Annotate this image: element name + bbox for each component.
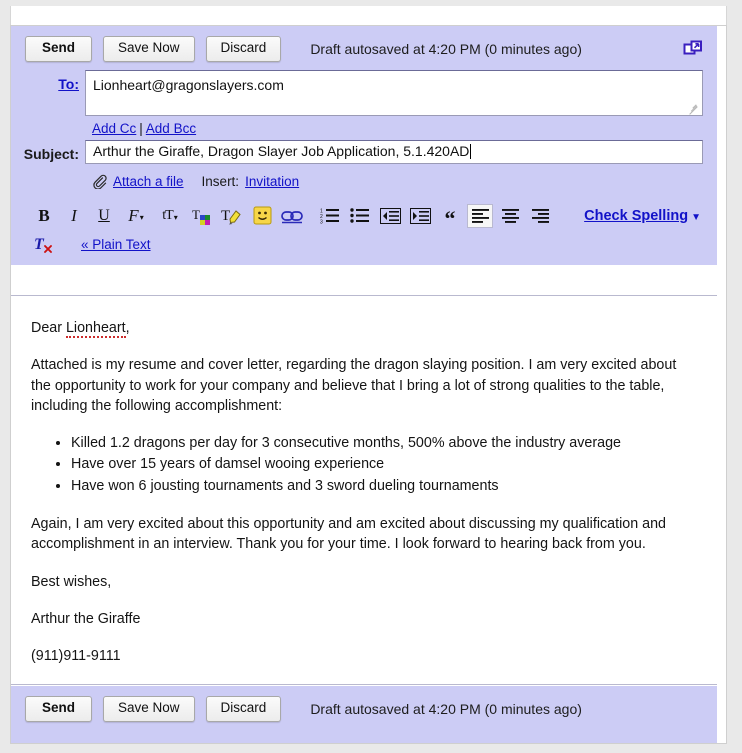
to-value: Lionheart@gragonslayers.com	[93, 76, 284, 93]
body-paragraph-1: Attached is my resume and cover letter, …	[31, 357, 677, 414]
message-body[interactable]: Dear Lionheart, Attached is my resume an…	[11, 295, 717, 685]
outdent-button[interactable]	[377, 204, 403, 228]
emoji-button[interactable]	[249, 204, 275, 228]
resize-grip-icon[interactable]	[688, 102, 699, 115]
greeting-line: Dear Lionheart,	[31, 318, 699, 338]
send-button-bottom[interactable]: Send	[25, 696, 93, 722]
underline-button[interactable]: U	[91, 204, 117, 228]
size-glyph: tT	[162, 207, 173, 223]
font-glyph: F	[128, 205, 139, 225]
subject-label: Subject:	[23, 145, 79, 162]
check-spelling-label: Check Spelling	[584, 207, 689, 224]
bulleted-list-button[interactable]	[347, 204, 373, 228]
format-toolbar-row-1: B I U F ▾ tT ▾ T T 1 2 3 “ Check Spellin…	[11, 195, 717, 233]
indent-button[interactable]	[407, 204, 433, 228]
body-paragraph-2: Again, I am very excited about this oppo…	[31, 516, 666, 553]
accomplishments-list: Killed 1.2 dragons per day for 3 consecu…	[31, 433, 699, 497]
to-label: To:	[11, 70, 85, 92]
signature-line: Best wishes,	[31, 573, 112, 590]
svg-text:T: T	[192, 207, 200, 222]
draft-status-top: Draft autosaved at 4:20 PM (0 minutes ag…	[310, 40, 582, 57]
greeting-prefix: Dear	[31, 320, 66, 336]
chevron-down-icon: ▾	[139, 213, 144, 223]
insert-link-button[interactable]	[279, 204, 305, 228]
to-field-row: To: Lionheart@gragonslayers.com	[11, 69, 717, 116]
to-input[interactable]: Lionheart@gragonslayers.com	[85, 69, 703, 116]
paperclip-icon	[92, 174, 107, 189]
discard-button-top[interactable]: Discard	[205, 36, 282, 62]
list-item: Have over 15 years of damsel wooing expe…	[71, 454, 699, 475]
svg-text:T: T	[34, 236, 45, 253]
quote-button[interactable]: “	[437, 201, 463, 231]
bold-button[interactable]: B	[31, 204, 57, 228]
svg-text:T: T	[221, 208, 230, 224]
signature-line: (911)911-9111	[31, 648, 121, 665]
plain-text-link[interactable]: « Plain Text	[81, 237, 151, 252]
cc-bcc-row: Add Cc | Add Bcc	[11, 116, 717, 140]
font-size-button[interactable]: tT ▾	[155, 204, 185, 228]
top-action-bar: Send Save Now Discard Draft autosaved at…	[11, 26, 717, 70]
align-center-button[interactable]	[497, 204, 523, 228]
draft-status-bottom: Draft autosaved at 4:20 PM (0 minutes ag…	[310, 700, 582, 717]
italic-button[interactable]: I	[61, 204, 87, 228]
save-now-button-top[interactable]: Save Now	[103, 36, 195, 62]
format-toolbar-row-2: T « Plain Text	[11, 233, 717, 265]
check-spelling-button[interactable]: Check Spelling ▼	[584, 208, 701, 224]
cc-bcc-separator: |	[139, 120, 143, 136]
insert-invitation-link[interactable]: Invitation	[245, 174, 299, 189]
svg-text:3: 3	[320, 220, 323, 225]
font-family-button[interactable]: F ▾	[121, 204, 151, 228]
to-link[interactable]: To:	[58, 76, 79, 92]
add-bcc-link[interactable]: Add Bcc	[146, 121, 196, 136]
chevron-down-icon: ▾	[173, 213, 178, 223]
subject-value: Arthur the Giraffe, Dragon Slayer Job Ap…	[93, 142, 470, 159]
compose-header: Send Save Now Discard Draft autosaved at…	[11, 26, 717, 265]
align-left-button[interactable]	[467, 203, 493, 228]
list-item: Have won 6 jousting tournaments and 3 sw…	[71, 476, 699, 497]
numbered-list-button[interactable]: 1 2 3	[317, 204, 343, 228]
screen: Send Save Now Discard Draft autosaved at…	[0, 0, 742, 753]
align-right-button[interactable]	[527, 204, 553, 228]
signature-line: arthur@girafferesume.com	[31, 684, 699, 685]
bottom-action-bar: Send Save Now Discard Draft autosaved at…	[11, 686, 717, 733]
chevron-down-icon: ▼	[691, 211, 701, 223]
attach-row: Attach a file Insert: Invitation	[11, 166, 717, 195]
pop-out-window-icon[interactable]	[683, 39, 703, 59]
text-color-button[interactable]: T	[189, 204, 215, 228]
attach-a-file-link[interactable]: Attach a file	[113, 174, 184, 189]
text-caret	[470, 143, 472, 159]
compose-footer: Send Save Now Discard Draft autosaved at…	[11, 686, 717, 743]
subject-field-row: Subject: Arthur the Giraffe, Dragon Slay…	[11, 139, 717, 166]
highlight-color-button[interactable]: T	[219, 204, 245, 228]
remove-formatting-button[interactable]: T	[31, 233, 57, 257]
misspelled-word: Lionheart	[65, 320, 126, 338]
page-background-strip	[10, 6, 727, 26]
subject-input[interactable]: Arthur the Giraffe, Dragon Slayer Job Ap…	[85, 139, 703, 164]
greeting-suffix: ,	[125, 320, 130, 336]
add-cc-link[interactable]: Add Cc	[92, 121, 136, 136]
discard-button-bottom[interactable]: Discard	[205, 696, 282, 722]
save-now-button-bottom[interactable]: Save Now	[103, 696, 195, 722]
list-item: Killed 1.2 dragons per day for 3 consecu…	[71, 433, 699, 454]
signature-line: Arthur the Giraffe	[31, 610, 141, 627]
insert-label: Insert:	[201, 173, 240, 189]
send-button-top[interactable]: Send	[25, 36, 93, 62]
